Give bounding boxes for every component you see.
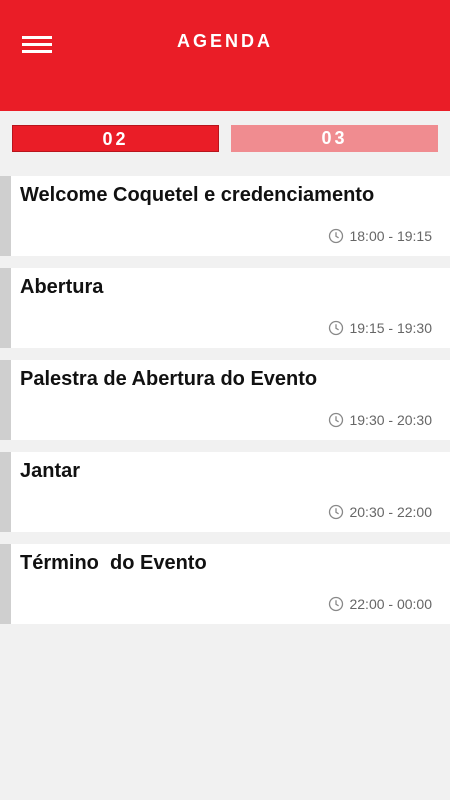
item-accent-bar [0, 176, 11, 256]
item-accent-bar [0, 268, 11, 348]
list-item[interactable]: Palestra de Abertura do Evento 19:30 - 2… [0, 360, 450, 440]
tab-day-03[interactable]: 03 [231, 125, 438, 152]
list-item[interactable]: Abertura 19:15 - 19:30 [0, 268, 450, 348]
item-accent-bar [0, 452, 11, 532]
list-item[interactable]: Jantar 20:30 - 22:00 [0, 452, 450, 532]
item-accent-bar [0, 544, 11, 624]
app-bar: AGENDA [0, 0, 450, 111]
clock-icon [329, 412, 344, 428]
event-title: Término do Evento [20, 552, 207, 574]
tab-day-02[interactable]: 02 [12, 125, 219, 152]
page-title: AGENDA [176, 31, 273, 51]
event-time-label: 18:00 - 19:15 [349, 228, 432, 244]
event-time: 19:15 - 19:30 [328, 320, 432, 336]
clock-icon [329, 320, 344, 336]
event-title: Palestra de Abertura do Evento [20, 368, 318, 390]
event-time-label: 20:30 - 22:00 [349, 504, 432, 520]
clock-icon [329, 596, 344, 612]
item-accent-bar [0, 360, 11, 440]
event-time-label: 19:15 - 19:30 [349, 320, 432, 336]
event-time: 22:00 - 00:00 [328, 596, 432, 612]
event-title: Welcome Coquetel e credenciamento [20, 184, 375, 206]
clock-icon [329, 504, 344, 520]
event-time-label: 22:00 - 00:00 [349, 596, 432, 612]
event-time: 19:30 - 20:30 [328, 412, 432, 428]
event-title: Abertura [20, 276, 104, 298]
day-tabs: 02 03 [12, 125, 438, 152]
event-title: Jantar [20, 460, 81, 482]
clock-icon [329, 228, 344, 244]
list-item[interactable]: Término do Evento 22:00 - 00:00 [0, 544, 450, 624]
event-time: 20:30 - 22:00 [328, 504, 432, 520]
event-time: 18:00 - 19:15 [328, 228, 432, 244]
list-item[interactable]: Welcome Coquetel e credenciamento 18:00 … [0, 176, 450, 256]
event-time-label: 19:30 - 20:30 [349, 412, 432, 428]
